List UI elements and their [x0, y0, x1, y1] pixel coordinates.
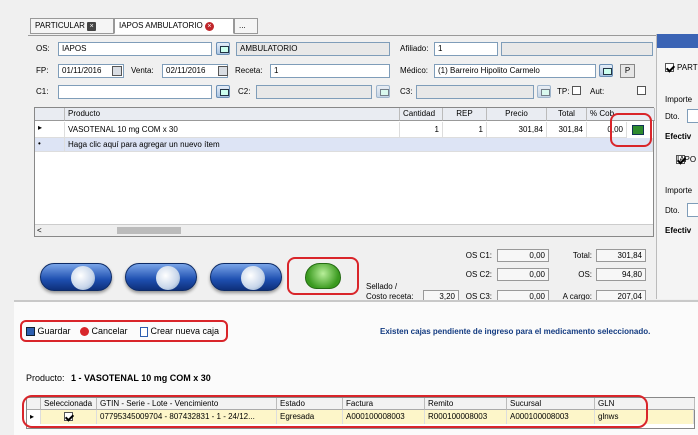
- c2-search-icon: [376, 85, 390, 98]
- aut-label: Aut:: [590, 87, 605, 96]
- medico-field[interactable]: (1) Barreiro Hipolito Carmelo: [434, 64, 596, 78]
- user-button[interactable]: [210, 263, 282, 291]
- cancelar-button[interactable]: Cancelar: [80, 326, 128, 337]
- tab-particular[interactable]: PARTICULAR ×: [30, 18, 114, 34]
- tp-label: TP:: [557, 87, 570, 96]
- importe-label: Importe: [665, 186, 693, 195]
- particular-label: PARTI: [677, 63, 698, 72]
- crear-caja-button[interactable]: Crear nueva caja: [140, 326, 219, 337]
- medico-p-button[interactable]: P: [620, 64, 635, 78]
- c3-field: [416, 85, 534, 99]
- dto-label: Dto.: [665, 206, 680, 215]
- dto-label: Dto.: [665, 112, 680, 121]
- new-row-marker: •: [35, 138, 65, 152]
- highlight-box: [610, 113, 652, 147]
- c3-search-icon: [537, 85, 551, 98]
- os-search-icon[interactable]: [216, 42, 230, 55]
- sellado-label: Sellado /: [366, 282, 398, 291]
- medico-search-icon[interactable]: [599, 64, 613, 77]
- grid-header-marker: [35, 108, 65, 121]
- c1-search-icon[interactable]: [216, 85, 230, 98]
- afiliado-name-field: [501, 42, 653, 56]
- user-icon: [241, 266, 265, 290]
- aut-checkbox[interactable]: [637, 86, 647, 96]
- keys-button[interactable]: [125, 263, 197, 291]
- payment-panel: PARTI Importe Dto. Efectiv IAPO Importe …: [656, 34, 698, 299]
- fp-label: FP:: [36, 66, 49, 75]
- importe-label: Importe: [665, 95, 693, 104]
- new-document-icon: [140, 326, 148, 337]
- cell-precio[interactable]: 301,84: [487, 122, 547, 138]
- new-item-row[interactable]: Haga clic aquí para agregar un nuevo íte…: [65, 138, 653, 152]
- os-c1-value: 0,00: [497, 249, 549, 262]
- c2-label: C2:: [238, 87, 251, 96]
- producto-row: Producto: 1 - VASOTENAL 10 mg COM x 30: [26, 373, 211, 383]
- os-total-value: 94,80: [596, 268, 646, 281]
- col-precio[interactable]: Precio: [487, 108, 547, 121]
- crear-caja-label: Crear nueva caja: [150, 326, 220, 336]
- tab-label: PARTICULAR: [35, 21, 85, 30]
- dto-field[interactable]: [687, 203, 698, 217]
- efectivo-label: Efectiv: [665, 132, 692, 141]
- c3-label: C3:: [400, 87, 413, 96]
- cell-total[interactable]: 301,84: [547, 122, 587, 138]
- total-value: 301,84: [596, 249, 646, 262]
- os-total-label: OS:: [578, 270, 592, 279]
- afiliado-field[interactable]: 1: [434, 42, 498, 56]
- tab-iapos-ambulatorio[interactable]: IAPOS AMBULATORIO ×: [114, 18, 234, 34]
- os-field[interactable]: IAPOS: [58, 42, 212, 56]
- highlight-box: [22, 395, 648, 428]
- total-label: Total:: [572, 251, 592, 260]
- col-rep[interactable]: REP: [443, 108, 487, 121]
- tp-checkbox[interactable]: [572, 86, 581, 96]
- scroll-left-icon[interactable]: <: [37, 226, 42, 235]
- dto-field[interactable]: [687, 109, 698, 123]
- medico-label: Médico:: [400, 66, 429, 75]
- cell-rep[interactable]: 1: [443, 122, 487, 138]
- receta-field[interactable]: 1: [270, 64, 390, 78]
- afiliado-label: Afiliado:: [400, 44, 429, 53]
- producto-value: 1 - VASOTENAL 10 mg COM x 30: [71, 373, 211, 383]
- close-icon[interactable]: ×: [87, 22, 97, 31]
- col-total[interactable]: Total: [547, 108, 587, 121]
- c2-field: [256, 85, 372, 99]
- calendar-icon[interactable]: [112, 66, 122, 76]
- guardar-label: Guardar: [37, 326, 71, 336]
- tab-label: IAPOS AMBULATORIO: [119, 21, 203, 30]
- cell-cantidad[interactable]: 1: [400, 122, 443, 138]
- scrollbar-thumb[interactable]: [117, 227, 181, 234]
- col-cantidad[interactable]: Cantidad: [400, 108, 443, 121]
- guardar-button[interactable]: Guardar: [26, 326, 71, 337]
- venta-label: Venta:: [131, 66, 154, 75]
- iapos-label: IAPO: [677, 155, 697, 164]
- c1-label: C1:: [36, 87, 49, 96]
- producto-label: Producto:: [26, 373, 65, 383]
- os-c1-label: OS C1:: [465, 251, 492, 260]
- magnifier-icon: [71, 266, 95, 290]
- horizontal-scrollbar[interactable]: <: [35, 224, 653, 236]
- cell-producto[interactable]: VASOTENAL 10 mg COM x 30: [65, 122, 400, 138]
- os-c2-value: 0,00: [497, 268, 549, 281]
- os-c2-label: OS C2:: [465, 270, 492, 279]
- leaf-button[interactable]: [305, 263, 341, 289]
- col-producto[interactable]: Producto: [65, 108, 400, 121]
- cancelar-label: Cancelar: [91, 326, 128, 336]
- efectivo-label: Efectiv: [665, 226, 692, 235]
- c1-field[interactable]: [58, 85, 212, 99]
- products-grid: Producto Cantidad REP Precio Total % Cob…: [34, 107, 655, 237]
- os-plan-field: AMBULATORIO: [236, 42, 390, 56]
- cancel-icon: [80, 327, 89, 337]
- particular-checkbox[interactable]: [665, 63, 674, 73]
- os-label: OS:: [36, 44, 50, 53]
- close-icon[interactable]: ×: [204, 22, 214, 31]
- key-icon: [156, 266, 180, 290]
- search-doctor-button[interactable]: [40, 263, 112, 291]
- tab-more[interactable]: ...: [234, 18, 258, 34]
- row-marker: ▸: [35, 122, 65, 138]
- receta-label: Receta:: [235, 66, 263, 75]
- save-icon: [26, 327, 35, 337]
- calendar-icon[interactable]: [218, 66, 228, 76]
- payment-panel-header: [657, 34, 698, 48]
- pending-notice: Existen cajas pendiente de ingreso para …: [380, 327, 651, 336]
